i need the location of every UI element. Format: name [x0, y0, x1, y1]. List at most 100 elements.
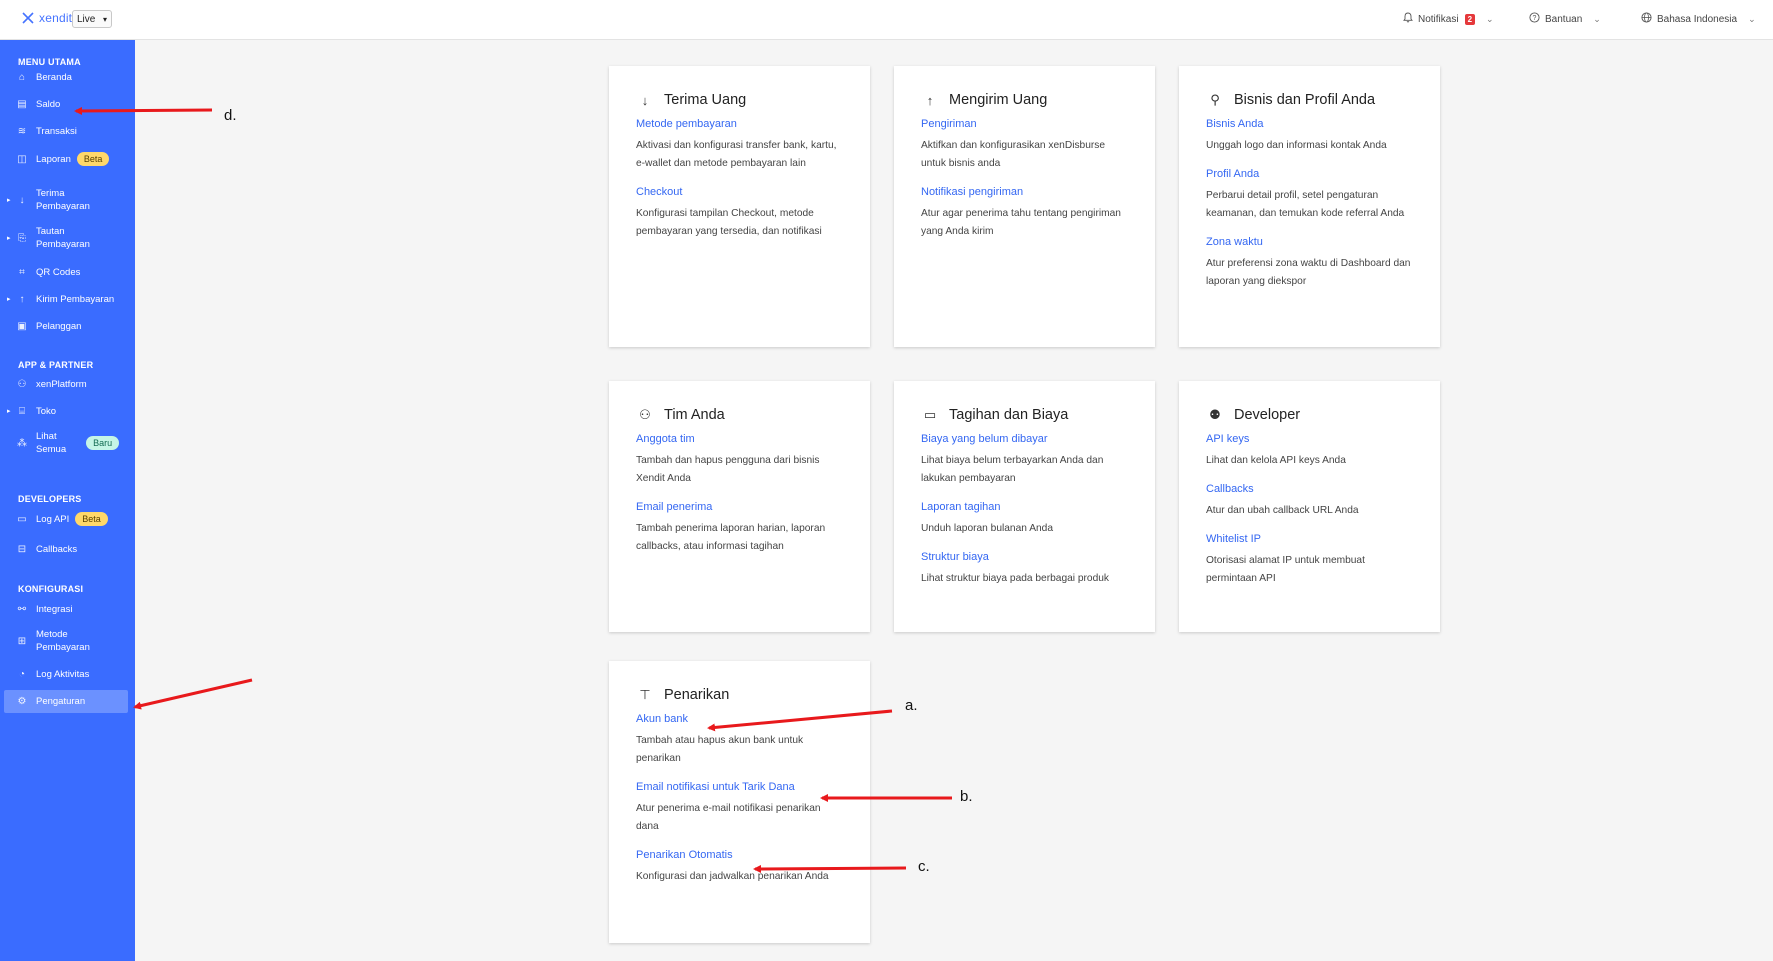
sidebar-item-metode-pembayaran[interactable]: ⊞ Metode Pembayaran [0, 627, 128, 655]
sidebar-item-transaksi[interactable]: ≋ Transaksi [0, 123, 128, 139]
link-metode-pembayaran[interactable]: Metode pembayaran [636, 118, 844, 130]
plus-box-icon: ⊞ [17, 635, 27, 647]
section-konfigurasi: KONFIGURASI [18, 584, 84, 594]
sidebar-item-label: Transaksi [36, 125, 77, 137]
sidebar-item-tautan-pembayaran[interactable]: ▸ ⎘ Tautan Pembayaran [0, 224, 128, 252]
card-description: Atur preferensi zona waktu di Dashboard … [1206, 258, 1411, 287]
sidebar-item-label: Lihat [36, 431, 57, 442]
chevron-down-icon: ⌄ [1486, 13, 1494, 24]
card-description: Perbarui detail profil, setel pengaturan… [1206, 190, 1405, 219]
link-anggota-tim[interactable]: Anggota tim [636, 433, 844, 445]
sidebar-item-label: Log Aktivitas [36, 668, 90, 680]
sidebar-item-label: Log API [36, 513, 70, 525]
card-description: Konfigurasi dan jadwalkan penarikan Anda [636, 871, 829, 882]
card-title: Tagihan dan Biaya [949, 407, 1069, 423]
sidebar-item-label: Metode [36, 629, 68, 640]
sidebar-item-label: Pengaturan [36, 696, 86, 707]
card-description: Tambah dan hapus pengguna dari bisnis Xe… [636, 455, 820, 484]
annotation-arrows [74, 106, 952, 873]
link-pengiriman[interactable]: Pengiriman [921, 118, 1129, 130]
link-api-keys[interactable]: API keys [1206, 433, 1414, 445]
sidebar-item-kirim-pembayaran[interactable]: ▸ ↑ Kirim Pembayaran [0, 291, 128, 307]
annotation-label-c: c. [918, 858, 930, 875]
sidebar-item-toko[interactable]: ▸ ⌸ Toko [0, 403, 128, 419]
sidebar-item-log-api[interactable]: ▭ Log API Beta [0, 510, 128, 528]
link-icon: ⎘ [18, 232, 26, 244]
sidebar-item-label: Pembayaran [36, 201, 90, 212]
caret-right-icon: ▸ [7, 235, 11, 242]
card-title: Mengirim Uang [949, 92, 1048, 108]
link-email-penerima[interactable]: Email penerima [636, 501, 844, 513]
team-icon: ⚇ [639, 407, 651, 422]
help-label: Bantuan [1545, 13, 1583, 25]
ledger-icon: ▤ [17, 98, 27, 110]
qr-code-icon: ⌗ [19, 266, 25, 278]
environment-value: Live [77, 13, 96, 25]
sidebar-item-label: Semua [36, 444, 67, 455]
arrow-up-icon: ↑ [19, 293, 25, 305]
sidebar-item-log-aktivitas[interactable]: ◔ Log Aktivitas [0, 666, 128, 682]
link-whitelist-ip[interactable]: Whitelist IP [1206, 533, 1414, 545]
link-callbacks[interactable]: Callbacks [1206, 483, 1414, 495]
business-profile-icon: ⚲ [1210, 92, 1220, 107]
notifications-menu[interactable]: Notifikasi 2 ⌄ [1403, 12, 1494, 26]
bell-icon [1403, 12, 1413, 26]
activity-icon: ◔ [18, 668, 26, 680]
card-tagihan-biaya: ▭ Tagihan dan Biaya Biaya yang belum dib… [894, 381, 1155, 632]
callback-icon: ⊟ [17, 543, 27, 555]
sidebar-item-label: Pembayaran [36, 642, 90, 653]
link-akun-bank[interactable]: Akun bank [636, 713, 844, 725]
language-menu[interactable]: Bahasa Indonesia ⌄ [1641, 12, 1756, 26]
card-penarikan: ⊤ Penarikan Akun bank Tambah atau hapus … [609, 661, 870, 943]
sidebar-item-terima-pembayaran[interactable]: ▸ ↓ Terima Pembayaran [0, 186, 128, 214]
link-notifikasi-pengiriman[interactable]: Notifikasi pengiriman [921, 186, 1129, 198]
log-icon: ▭ [17, 513, 27, 525]
sidebar-item-label: Saldo [36, 98, 61, 110]
link-checkout[interactable]: Checkout [636, 186, 844, 198]
sidebar-item-saldo[interactable]: ▤ Saldo [0, 96, 128, 112]
annotation-label-a: a. [905, 697, 918, 714]
sidebar-item-label: Toko [36, 405, 57, 417]
sidebar-item-beranda[interactable]: ⌂ Beranda [0, 69, 128, 85]
card-description: Aktifkan dan konfigurasikan xenDisburse … [921, 140, 1106, 169]
link-zona-waktu[interactable]: Zona waktu [1206, 236, 1414, 248]
sidebar-item-label: Integrasi [36, 603, 73, 615]
home-icon: ⌂ [18, 71, 26, 83]
sidebar-item-callbacks[interactable]: ⊟ Callbacks [0, 541, 128, 557]
sidebar-item-pengaturan[interactable]: ⚙ Pengaturan [4, 690, 128, 713]
sidebar-item-label: xenPlatform [36, 378, 87, 390]
environment-select[interactable]: Live ▾ [72, 10, 112, 28]
card-developer: ⚉ Developer API keys Lihat dan kelola AP… [1179, 381, 1440, 632]
card-terima-uang: ↓ Terima Uang Metode pembayaran Aktivasi… [609, 66, 870, 347]
link-struktur-biaya[interactable]: Struktur biaya [921, 551, 1129, 563]
caret-right-icon: ▸ [7, 408, 11, 415]
link-penarikan-otomatis[interactable]: Penarikan Otomatis [636, 849, 844, 861]
help-menu[interactable]: ? Bantuan ⌄ [1529, 12, 1601, 26]
credit-card-icon: ▭ [923, 407, 937, 422]
card-bisnis-profil: ⚲ Bisnis dan Profil Anda Bisnis Anda Ung… [1179, 66, 1440, 347]
sidebar-item-lihat-semua[interactable]: ⁂ Lihat Semua Baru [0, 429, 128, 457]
section-developers: DEVELOPERS [18, 494, 82, 504]
section-app-partner: APP & PARTNER [18, 360, 94, 370]
sidebar-item-xenplatform[interactable]: ⚇ xenPlatform [0, 376, 128, 392]
sidebar-item-integrasi[interactable]: ⚯ Integrasi [0, 601, 128, 617]
card-description: Atur dan ubah callback URL Anda [1206, 505, 1359, 516]
card-title: Developer [1234, 407, 1301, 423]
card-description: Lihat struktur biaya pada berbagai produ… [921, 573, 1110, 584]
link-biaya-belum-dibayar[interactable]: Biaya yang belum dibayar [921, 433, 1129, 445]
sidebar-item-laporan[interactable]: ◫ Laporan Beta [0, 150, 128, 168]
sidebar-item-label: Kirim Pembayaran [36, 293, 115, 305]
sidebar-item-pelanggan[interactable]: ▣ Pelanggan [0, 318, 128, 334]
link-laporan-tagihan[interactable]: Laporan tagihan [921, 501, 1129, 513]
card-description: Tambah atau hapus akun bank untuk penari… [636, 735, 804, 764]
xendit-logo[interactable]: xendit [21, 11, 72, 25]
card-mengirim-uang: ↑ Mengirim Uang Pengiriman Aktifkan dan … [894, 66, 1155, 347]
link-profil-anda[interactable]: Profil Anda [1206, 168, 1414, 180]
sidebar-item-qr-codes[interactable]: ⌗ QR Codes [0, 264, 128, 280]
card-description: Unggah logo dan informasi kontak Anda [1206, 140, 1387, 151]
sidebar-item-label: Laporan [36, 153, 71, 165]
card-description: Aktivasi dan konfigurasi transfer bank, … [636, 140, 837, 169]
link-bisnis-anda[interactable]: Bisnis Anda [1206, 118, 1414, 130]
link-email-notifikasi-tarik-dana[interactable]: Email notifikasi untuk Tarik Dana [636, 781, 844, 793]
chevron-down-icon: ▾ [102, 14, 107, 24]
